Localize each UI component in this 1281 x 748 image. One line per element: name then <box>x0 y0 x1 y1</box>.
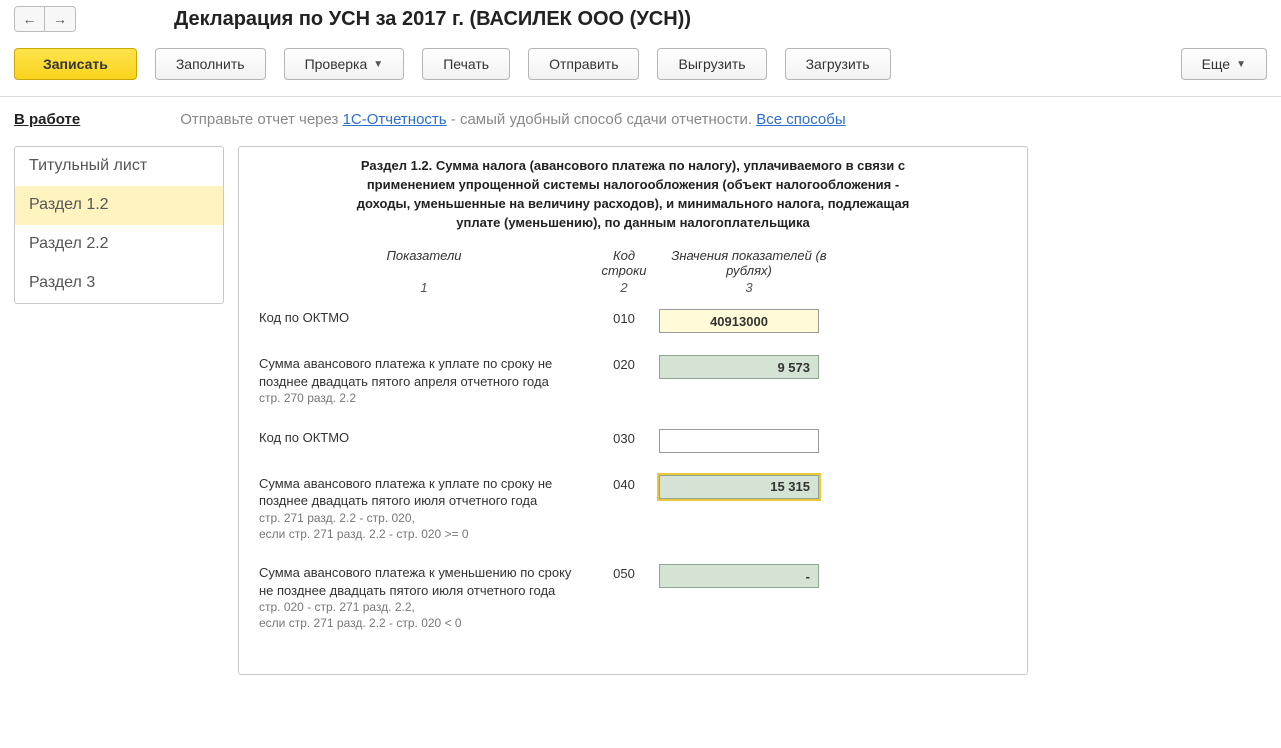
row-sublabel: стр. 270 разд. 2.2 <box>259 390 579 406</box>
value-field[interactable]: 9 573 <box>659 355 819 379</box>
arrow-left-icon: ← <box>23 11 37 27</box>
col-header-values: Значения показателей (в рублях) <box>659 248 839 278</box>
chevron-down-icon: ▼ <box>373 59 383 70</box>
row-label: Сумма авансового платежа к уменьшению по… <box>259 564 589 631</box>
more-button-label: Еще <box>1202 56 1231 72</box>
info-before: Отправьте отчет через <box>180 111 342 128</box>
col-num-2: 2 <box>589 280 659 295</box>
fill-button[interactable]: Заполнить <box>155 48 266 80</box>
check-button[interactable]: Проверка ▼ <box>284 48 405 80</box>
row-sublabel: стр. 020 - стр. 271 разд. 2.2, если стр.… <box>259 599 579 631</box>
form-row: Сумма авансового платежа к уплате по сро… <box>259 475 1007 542</box>
row-label: Код по ОКТМО <box>259 429 589 447</box>
link-1c-reporting[interactable]: 1С-Отчетность <box>343 111 447 128</box>
form-row: Код по ОКТМО030 <box>259 429 1007 453</box>
print-button[interactable]: Печать <box>422 48 510 80</box>
main-area: Титульный лист Раздел 1.2 Раздел 2.2 Раз… <box>0 142 1281 675</box>
form-row: Сумма авансового платежа к уплате по сро… <box>259 355 1007 406</box>
sidebar-item-section-3[interactable]: Раздел 3 <box>15 264 223 303</box>
row-code: 010 <box>589 309 659 326</box>
value-field[interactable]: - <box>659 564 819 588</box>
export-button-label: Выгрузить <box>678 56 745 72</box>
info-bar: В работе Отправьте отчет через 1С-Отчетн… <box>0 97 1281 142</box>
more-button[interactable]: Еще ▼ <box>1181 48 1267 80</box>
send-button-label: Отправить <box>549 56 618 72</box>
section-heading: Раздел 1.2. Сумма налога (авансового пла… <box>353 157 913 232</box>
value-field[interactable] <box>659 429 819 453</box>
side-nav: Титульный лист Раздел 1.2 Раздел 2.2 Раз… <box>14 146 224 304</box>
import-button-label: Загрузить <box>806 56 870 72</box>
row-label: Сумма авансового платежа к уплате по сро… <box>259 475 589 542</box>
export-button[interactable]: Выгрузить <box>657 48 766 80</box>
row-code: 020 <box>589 355 659 372</box>
check-button-label: Проверка <box>305 56 368 72</box>
toolbar: Записать Заполнить Проверка ▼ Печать Отпр… <box>0 42 1281 97</box>
info-middle: - самый удобный способ сдачи отчетности. <box>447 111 757 128</box>
content-pane: Раздел 1.2. Сумма налога (авансового пла… <box>238 146 1028 675</box>
write-button[interactable]: Записать <box>14 48 137 80</box>
row-sublabel: стр. 271 разд. 2.2 - стр. 020, если стр.… <box>259 510 579 542</box>
sidebar-item-title-page[interactable]: Титульный лист <box>15 147 223 186</box>
page-title: Декларация по УСН за 2017 г. (ВАСИЛЕК ОО… <box>174 8 691 31</box>
form-row: Сумма авансового платежа к уменьшению по… <box>259 564 1007 631</box>
row-code: 050 <box>589 564 659 581</box>
fill-button-label: Заполнить <box>176 56 245 72</box>
row-code: 040 <box>589 475 659 492</box>
col-header-code: Код строки <box>589 248 659 278</box>
col-header-indicators: Показатели <box>259 248 589 278</box>
sidebar-item-section-1-2[interactable]: Раздел 1.2 <box>15 186 223 225</box>
title-bar: ← → Декларация по УСН за 2017 г. (ВАСИЛЕ… <box>0 0 1281 42</box>
form-row: Код по ОКТМО01040913000 <box>259 309 1007 333</box>
chevron-down-icon: ▼ <box>1236 59 1246 70</box>
write-button-label: Записать <box>43 56 108 72</box>
import-button[interactable]: Загрузить <box>785 48 891 80</box>
col-num-1: 1 <box>259 280 589 295</box>
row-label: Код по ОКТМО <box>259 309 589 327</box>
column-numbers: 1 2 3 <box>259 280 1007 295</box>
link-all-methods[interactable]: Все способы <box>756 111 845 128</box>
col-num-3: 3 <box>659 280 839 295</box>
value-field[interactable]: 15 315 <box>659 475 819 499</box>
arrow-right-icon: → <box>53 11 67 27</box>
status-link[interactable]: В работе <box>14 111 80 128</box>
forward-button[interactable]: → <box>45 7 75 31</box>
info-text: Отправьте отчет через 1С-Отчетность - са… <box>180 111 845 128</box>
value-field[interactable]: 40913000 <box>659 309 819 333</box>
row-label: Сумма авансового платежа к уплате по сро… <box>259 355 589 406</box>
print-button-label: Печать <box>443 56 489 72</box>
back-button[interactable]: ← <box>15 7 45 31</box>
column-headers: Показатели Код строки Значения показател… <box>259 248 1007 278</box>
sidebar-item-section-2-2[interactable]: Раздел 2.2 <box>15 225 223 264</box>
row-code: 030 <box>589 429 659 446</box>
send-button[interactable]: Отправить <box>528 48 639 80</box>
nav-buttons: ← → <box>14 6 76 32</box>
